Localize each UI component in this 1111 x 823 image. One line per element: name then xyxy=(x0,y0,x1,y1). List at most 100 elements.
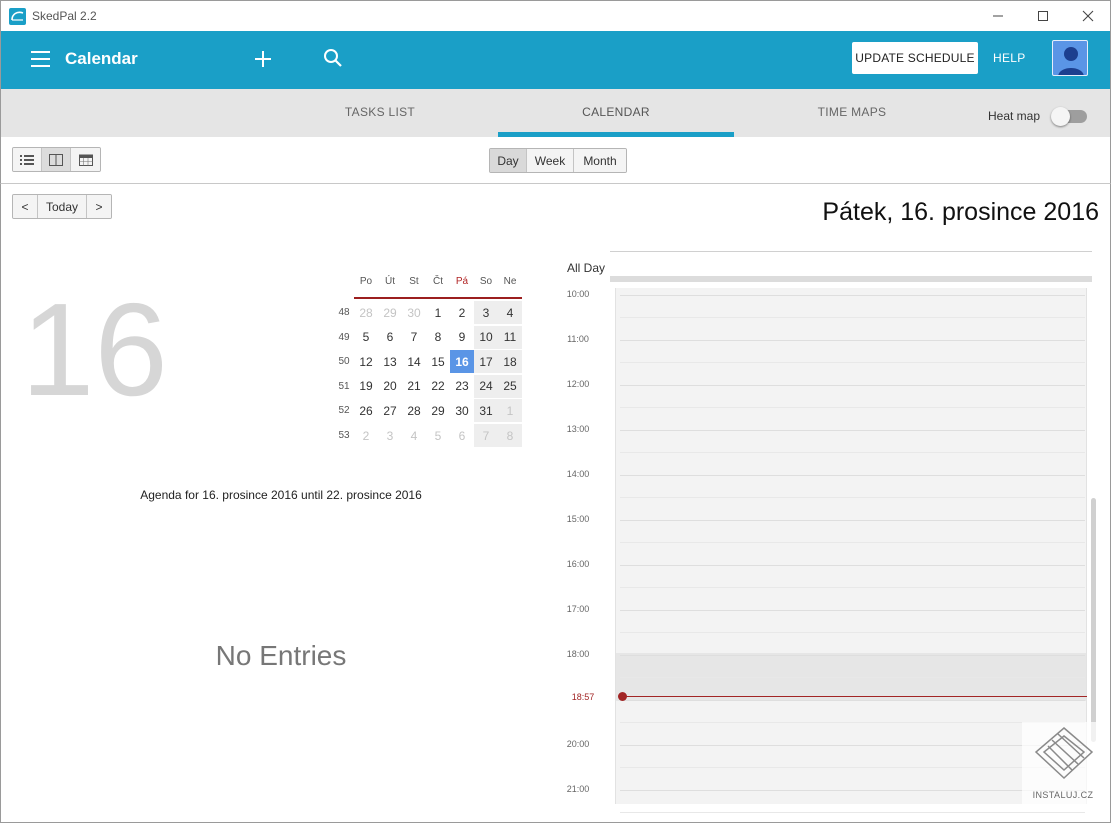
tab-calendar[interactable]: CALENDAR xyxy=(498,89,734,137)
mini-calendar-day[interactable]: 4 xyxy=(498,301,522,324)
watermark-text: INSTALUJ.CZ xyxy=(1032,790,1094,800)
hour-label: 11:00 xyxy=(567,334,589,344)
day-week-month-group: Day Week Month xyxy=(489,148,627,173)
mini-calendar-day[interactable]: 5 xyxy=(354,326,378,349)
mini-calendar-day[interactable]: 8 xyxy=(426,326,450,349)
mini-calendar-day[interactable]: 22 xyxy=(426,375,450,398)
mini-calendar-week-number: 51 xyxy=(338,380,350,392)
half-hour-gridline xyxy=(620,587,1085,588)
mini-calendar-day[interactable]: 7 xyxy=(402,326,426,349)
next-day-button[interactable]: > xyxy=(87,195,111,218)
mini-calendar-day[interactable]: 7 xyxy=(474,424,498,447)
half-hour-gridline xyxy=(620,812,1085,813)
mini-calendar-weekday-header: Čt xyxy=(433,276,443,287)
mini-calendar-day[interactable]: 19 xyxy=(354,375,378,398)
hour-gridline xyxy=(620,430,1085,431)
day-button[interactable]: Day xyxy=(490,149,527,172)
skedpal-logo-icon xyxy=(9,8,26,25)
mini-calendar-day[interactable]: 27 xyxy=(378,399,402,422)
all-day-row[interactable] xyxy=(610,276,1092,282)
mini-calendar-day[interactable]: 26 xyxy=(354,399,378,422)
heat-map-toggle[interactable] xyxy=(1051,107,1087,126)
mini-calendar-day[interactable]: 25 xyxy=(498,374,522,398)
mini-calendar-day[interactable]: 21 xyxy=(402,375,426,398)
today-button[interactable]: Today xyxy=(38,195,87,218)
mini-calendar-day[interactable]: 1 xyxy=(426,301,450,324)
list-icon xyxy=(20,154,34,165)
mini-calendar-day[interactable]: 6 xyxy=(378,326,402,349)
hour-gridline xyxy=(620,475,1085,476)
mini-calendar-day[interactable]: 2 xyxy=(450,301,474,324)
mini-calendar-day[interactable]: 11 xyxy=(498,325,522,349)
main-tabs-bar: TASKS LIST CALENDAR TIME MAPS Heat map xyxy=(0,89,1111,137)
mini-calendar-day[interactable]: 29 xyxy=(426,399,450,422)
week-button[interactable]: Week xyxy=(527,149,574,172)
mini-calendar-week-number: 49 xyxy=(338,331,350,343)
mini-calendar-day[interactable]: 9 xyxy=(450,326,474,349)
hour-label: 15:00 xyxy=(566,514,590,524)
half-hour-gridline xyxy=(620,722,1085,723)
split-view-button[interactable] xyxy=(42,148,71,171)
mini-calendar-day[interactable]: 1 xyxy=(498,399,522,423)
mini-calendar-day[interactable]: 5 xyxy=(426,424,450,447)
mini-calendar-day[interactable]: 28 xyxy=(354,301,378,324)
half-hour-gridline xyxy=(620,452,1085,453)
mini-calendar-day[interactable]: 3 xyxy=(474,301,498,324)
mini-calendar-weekday-header: Ne xyxy=(503,276,517,287)
app-title: Calendar xyxy=(65,49,138,68)
tab-time-maps[interactable]: TIME MAPS xyxy=(734,89,970,137)
mini-calendar-day[interactable]: 24 xyxy=(474,374,498,398)
mini-calendar-day[interactable]: 29 xyxy=(378,301,402,324)
mini-calendar-day[interactable]: 3 xyxy=(378,424,402,447)
mini-calendar-day[interactable]: 4 xyxy=(402,424,426,447)
mini-calendar-day[interactable]: 10 xyxy=(474,325,498,349)
mini-calendar-day[interactable]: 8 xyxy=(498,424,522,447)
hamburger-menu-icon[interactable] xyxy=(31,51,51,67)
hour-label: 21:00 xyxy=(566,784,590,794)
all-day-top-line xyxy=(610,251,1092,252)
list-view-button[interactable] xyxy=(13,148,42,171)
user-avatar[interactable] xyxy=(1052,40,1088,76)
hour-gridline xyxy=(620,610,1085,611)
month-button[interactable]: Month xyxy=(574,149,626,172)
maximize-icon xyxy=(1038,11,1048,21)
add-task-plus-icon[interactable] xyxy=(252,48,274,70)
close-button[interactable] xyxy=(1065,1,1111,31)
search-icon[interactable] xyxy=(322,47,344,69)
mini-calendar-day[interactable]: 28 xyxy=(402,399,426,422)
maximize-button[interactable] xyxy=(1020,1,1066,31)
mini-calendar-day[interactable]: 16 xyxy=(450,350,474,374)
hour-gridline xyxy=(620,520,1085,521)
mini-calendar-day[interactable]: 31 xyxy=(474,399,498,423)
mini-calendar-day[interactable]: 30 xyxy=(450,399,474,422)
mini-calendar-day[interactable]: 12 xyxy=(354,350,378,373)
day-time-grid[interactable] xyxy=(615,288,1087,813)
mini-calendar-day[interactable]: 23 xyxy=(450,375,474,398)
hour-label: 12:00 xyxy=(566,379,590,389)
mini-calendar-day[interactable]: 17 xyxy=(474,350,498,374)
date-navigation-group: < Today > xyxy=(12,194,112,219)
half-hour-gridline xyxy=(620,542,1085,543)
mini-calendar-day[interactable]: 20 xyxy=(378,375,402,398)
day-view-scrollbar[interactable] xyxy=(1091,498,1096,742)
mini-calendar-day[interactable]: 30 xyxy=(402,301,426,324)
mini-calendar-day[interactable]: 2 xyxy=(354,424,378,447)
hour-label: 17:00 xyxy=(566,604,590,614)
tab-tasks-list[interactable]: TASKS LIST xyxy=(262,89,498,137)
mini-calendar-day[interactable]: 6 xyxy=(450,424,474,447)
minimize-button[interactable] xyxy=(975,1,1021,31)
toggle-knob xyxy=(1051,107,1070,126)
mini-calendar-day[interactable]: 18 xyxy=(498,350,522,374)
mini-calendar-day[interactable]: 13 xyxy=(378,350,402,373)
current-time-label: 18:57 xyxy=(571,692,595,702)
agenda-range-label: Agenda for 16. prosince 2016 until 22. p… xyxy=(140,488,422,502)
previous-day-button[interactable]: < xyxy=(13,195,38,218)
help-button[interactable]: HELP xyxy=(993,51,1026,65)
minimize-icon xyxy=(993,15,1003,17)
calendar-view-button[interactable] xyxy=(71,148,100,171)
update-schedule-button[interactable]: UPDATE SCHEDULE xyxy=(852,42,978,74)
hour-gridline xyxy=(620,385,1085,386)
mini-calendar-day[interactable]: 15 xyxy=(426,350,450,373)
mini-calendar-day[interactable]: 14 xyxy=(402,350,426,373)
half-hour-gridline xyxy=(620,362,1085,363)
